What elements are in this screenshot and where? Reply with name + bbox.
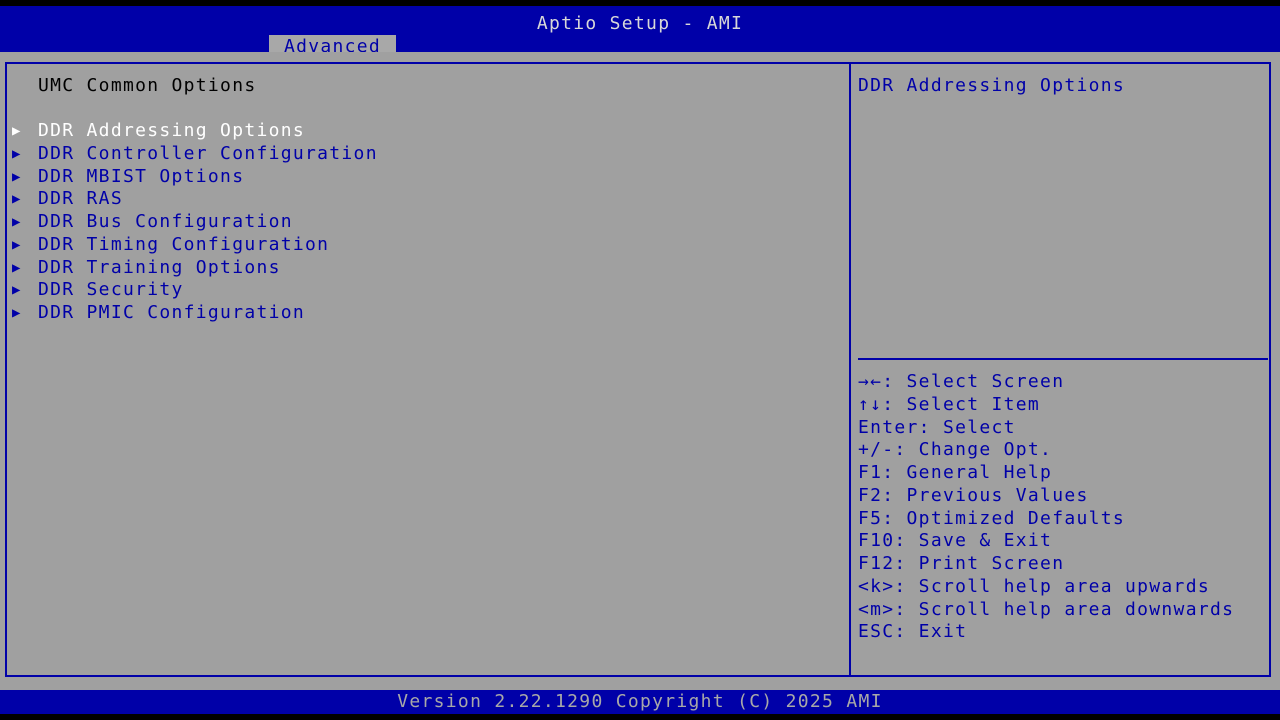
help-separator <box>858 358 1268 360</box>
menu-item-label: DDR Addressing Options <box>38 120 306 141</box>
menu-item[interactable]: ▶ DDR Training Options <box>0 256 840 281</box>
submenu-arrow-icon: ▶ <box>12 282 22 299</box>
app-title: Aptio Setup - AMI <box>536 13 744 34</box>
submenu-arrow-icon: ▶ <box>12 259 22 276</box>
key-hint: F5: Optimized Defaults <box>858 507 1126 529</box>
menu-item-label: DDR MBIST Options <box>38 165 245 187</box>
menu-item[interactable]: ▶ DDR Bus Configuration <box>0 212 840 235</box>
menu-item[interactable]: ▶ DDR PMIC Configuration <box>0 303 840 326</box>
status-bar: Version 2.22.1290 Copyright (C) 2025 AMI <box>0 690 1280 714</box>
key-hint: F2: Previous Values <box>858 484 1089 506</box>
panel-divider <box>849 62 851 677</box>
key-hint: F1: General Help <box>858 462 1053 483</box>
menu-item-label: DDR Controller Configuration <box>38 142 378 164</box>
menu-item[interactable]: ▶ DDR MBIST Options <box>0 165 840 190</box>
key-hint: F10: Save & Exit <box>858 530 1053 552</box>
menu-item-label: DDR RAS <box>38 188 123 210</box>
submenu-arrow-icon: ▶ <box>12 168 22 185</box>
submenu-arrow-icon: ▶ <box>12 123 22 139</box>
submenu-arrow-icon: ▶ <box>12 236 22 253</box>
key-hint: ↑↓: Select Item <box>858 393 1041 415</box>
menu-item[interactable]: ▶ DDR RAS <box>0 189 840 212</box>
menu-item[interactable]: ▶ DDR Addressing Options <box>0 121 840 144</box>
submenu-arrow-icon: ▶ <box>12 305 22 321</box>
key-hint: ESC: Exit <box>858 621 968 643</box>
submenu-arrow-icon: ▶ <box>12 191 22 208</box>
menu-item-label: DDR PMIC Configuration <box>38 302 306 323</box>
menu-item[interactable]: ▶ DDR Security <box>0 280 840 303</box>
title-bar: Aptio Setup - AMI Advanced <box>0 6 1280 58</box>
menu-item-label: DDR Timing Configuration <box>38 233 330 255</box>
version-text: Version 2.22.1290 Copyright (C) 2025 AMI <box>397 691 883 712</box>
menu-item[interactable]: ▶ DDR Controller Configuration <box>0 142 840 167</box>
key-hint: →←: Select Screen <box>858 371 1065 392</box>
submenu-arrow-icon: ▶ <box>12 145 22 162</box>
setup-frame: UMC Common Options ▶ DDR Addressing Optio… <box>0 52 1280 690</box>
section-title: UMC Common Options <box>38 75 257 96</box>
menu-item-label: DDR Training Options <box>38 256 281 278</box>
key-hint: +/-: Change Opt. <box>858 439 1053 461</box>
key-hint: Enter: Select <box>858 416 1016 438</box>
key-hint: F12: Print Screen <box>858 553 1065 574</box>
submenu-arrow-icon: ▶ <box>12 214 22 230</box>
help-text: DDR Addressing Options <box>858 75 1126 96</box>
key-hint: <k>: Scroll help area upwards <box>858 575 1210 597</box>
menu-item[interactable]: ▶ DDR Timing Configuration <box>0 233 840 258</box>
key-hint: <m>: Scroll help area downwards <box>858 598 1235 620</box>
menu-item-label: DDR Bus Configuration <box>38 211 293 232</box>
menu-item-label: DDR Security <box>38 279 184 301</box>
